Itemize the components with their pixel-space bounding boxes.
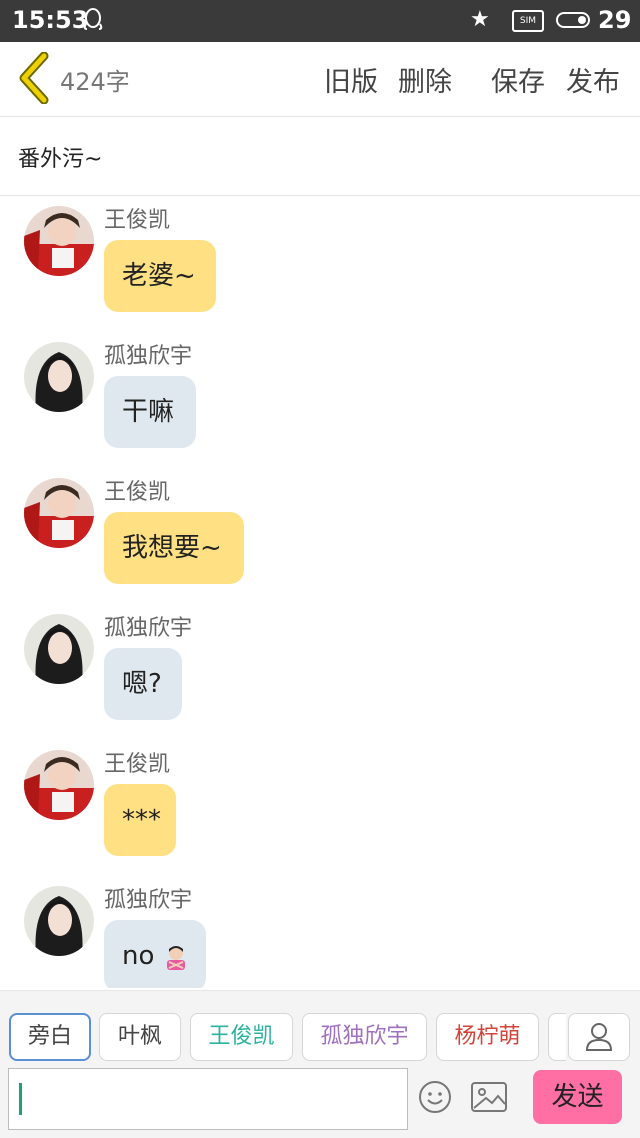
story-title-bar[interactable]: 番外污~: [0, 117, 640, 196]
chat-message[interactable]: 孤独欣宇 干嘛: [0, 332, 640, 468]
gesture-emoji-icon: [166, 945, 185, 970]
star-icon: ★: [470, 7, 490, 32]
battery-icon: [556, 12, 590, 28]
role-chip[interactable]: 杨柠萌: [436, 1013, 539, 1061]
sender-name: 王俊凯: [104, 480, 171, 505]
image-icon[interactable]: [470, 1080, 508, 1114]
person-icon[interactable]: [568, 1013, 630, 1061]
smile-icon[interactable]: [418, 1080, 452, 1114]
chat-list[interactable]: 王俊凯 老婆~ 孤独欣宇 干嘛 王俊凯 我想要~ 孤独欣宇 嗯? 王俊凯 ***: [0, 196, 640, 988]
message-input[interactable]: [8, 1068, 408, 1130]
sender-name: 孤独欣宇: [104, 616, 193, 641]
message-bubble[interactable]: 老婆~: [104, 240, 216, 312]
chat-message[interactable]: 孤独欣宇 no: [0, 876, 640, 988]
battery-level: 29: [598, 6, 632, 34]
role-chip[interactable]: 王俊凯: [190, 1013, 293, 1061]
status-time: 15:53: [12, 6, 89, 34]
editor-toolbar: 424字 旧版 删除 保存 发布: [0, 42, 640, 117]
role-chip[interactable]: 旁白: [9, 1013, 91, 1061]
delete-button[interactable]: 删除: [398, 60, 452, 99]
text-caret: [19, 1083, 22, 1115]
role-chip-partial[interactable]: [548, 1013, 566, 1061]
sender-name: 王俊凯: [104, 752, 171, 777]
role-chip[interactable]: 叶枫: [99, 1013, 181, 1061]
save-button[interactable]: 保存: [491, 60, 545, 99]
message-text: no: [122, 941, 155, 971]
role-chip[interactable]: 孤独欣宇: [302, 1013, 427, 1061]
message-bubble[interactable]: 干嘛: [104, 376, 196, 448]
role-selector: 旁白 叶枫 王俊凯 孤独欣宇 杨柠萌: [0, 990, 640, 1065]
chat-message[interactable]: 王俊凯 我想要~: [0, 468, 640, 604]
sender-name: 孤独欣宇: [104, 888, 193, 913]
sim-icon: SIM: [512, 10, 544, 32]
composer-bar: 发送: [0, 1064, 640, 1138]
story-title: 番外污~: [18, 147, 103, 172]
message-bubble[interactable]: 嗯?: [104, 648, 182, 720]
chat-message[interactable]: 王俊凯 老婆~: [0, 196, 640, 332]
chevron-left-icon[interactable]: [14, 52, 54, 104]
avatar: [24, 478, 94, 548]
message-bubble[interactable]: 我想要~: [104, 512, 244, 584]
avatar: [24, 614, 94, 684]
send-button[interactable]: 发送: [533, 1070, 622, 1124]
avatar: [24, 750, 94, 820]
chat-message[interactable]: 孤独欣宇 嗯?: [0, 604, 640, 740]
old-version-button[interactable]: 旧版: [324, 60, 378, 99]
sender-name: 孤独欣宇: [104, 344, 193, 369]
chat-message[interactable]: 王俊凯 ***: [0, 740, 640, 876]
status-bar: 15:53 ★ SIM 29: [0, 0, 640, 42]
avatar: [24, 342, 94, 412]
message-bubble[interactable]: ***: [104, 784, 176, 856]
sender-name: 王俊凯: [104, 208, 171, 233]
avatar: [24, 206, 94, 276]
word-count: 424字: [60, 68, 130, 96]
qq-icon: [83, 8, 103, 30]
avatar: [24, 886, 94, 956]
publish-button[interactable]: 发布: [566, 60, 620, 99]
message-bubble[interactable]: no: [104, 920, 206, 988]
